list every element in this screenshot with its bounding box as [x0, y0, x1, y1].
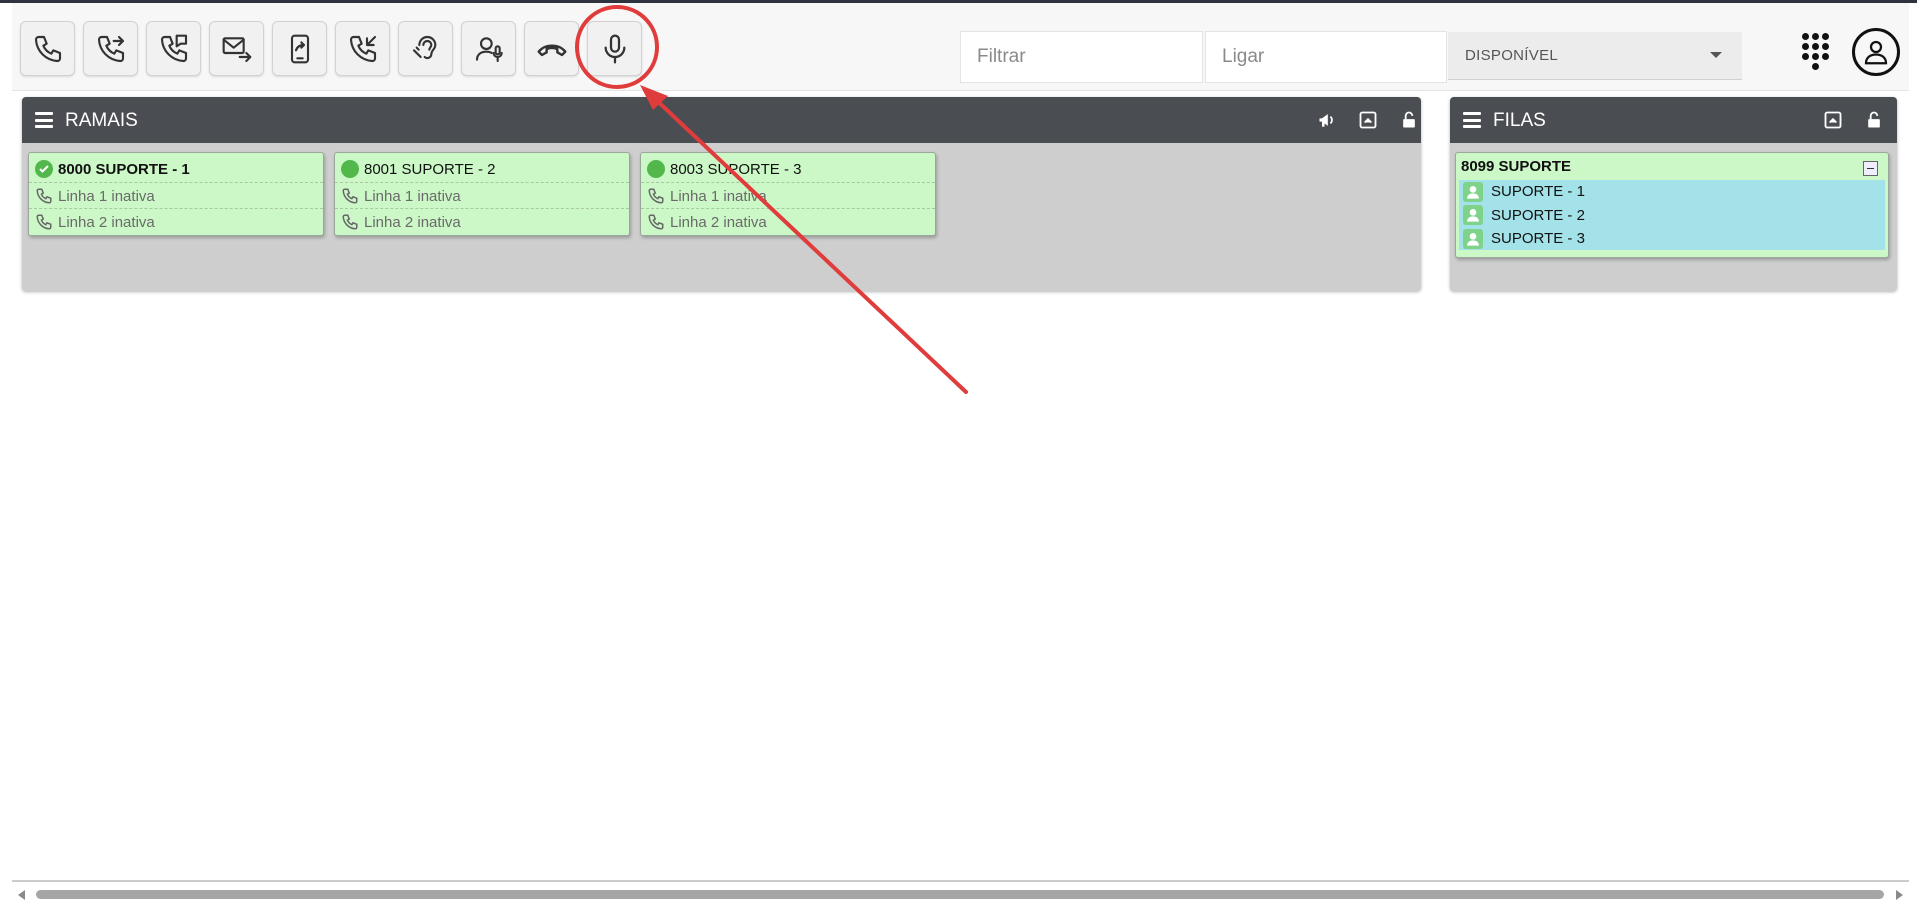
extension-card[interactable]: 8003 SUPORTE - 3 Linha 1 inativa Linha 2… — [640, 152, 936, 236]
chevron-down-icon — [1710, 52, 1722, 58]
line-status: Linha 2 inativa — [670, 213, 767, 231]
ramais-header: RAMAIS — [22, 97, 1421, 143]
dialpad-icon[interactable] — [1802, 33, 1832, 71]
ramais-title: RAMAIS — [65, 110, 138, 131]
queue-member[interactable]: SUPORTE - 3 — [1459, 227, 1885, 251]
extension-header: 8001 SUPORTE - 2 — [341, 159, 495, 179]
pickup-call-icon — [349, 35, 376, 62]
extension-title: 8003 SUPORTE - 3 — [670, 160, 802, 178]
expand-panel-icon[interactable] — [1822, 109, 1844, 131]
unlock-icon[interactable] — [1398, 109, 1420, 131]
collapse-icon[interactable] — [1863, 161, 1878, 176]
hangup-icon — [536, 43, 567, 56]
unlock-icon[interactable] — [1863, 109, 1885, 131]
conference-button[interactable] — [461, 21, 516, 76]
mobile-forward-button[interactable] — [272, 21, 327, 76]
extension-card[interactable]: 8001 SUPORTE - 2 Linha 1 inativa Linha 2… — [334, 152, 630, 236]
filas-header: FILAS — [1450, 97, 1897, 143]
line-status: Linha 2 inativa — [364, 213, 461, 231]
hangup-button[interactable] — [524, 21, 579, 76]
horizontal-scrollbar[interactable] — [12, 880, 1909, 900]
line-status: Linha 2 inativa — [58, 213, 155, 231]
listen-button[interactable] — [398, 21, 453, 76]
line-row: Linha 2 inativa — [641, 208, 935, 235]
line-row: Linha 1 inativa — [29, 182, 323, 209]
user-icon — [1463, 228, 1483, 249]
phone-icon — [342, 214, 358, 230]
ramais-panel: RAMAIS 8000 SUPORTE - 1 Linha 1 inativa … — [22, 97, 1421, 291]
line-status: Linha 1 inativa — [58, 187, 155, 205]
phone-icon — [342, 188, 358, 204]
announce-megaphone-icon[interactable] — [1316, 109, 1338, 131]
extension-header: 8000 SUPORTE - 1 — [35, 159, 190, 179]
line-status: Linha 1 inativa — [670, 187, 767, 205]
queue-title: 8099 SUPORTE — [1461, 158, 1572, 175]
status-dot-icon — [341, 160, 359, 178]
mobile-forward-icon — [290, 34, 309, 63]
phone-icon — [648, 214, 664, 230]
expand-panel-icon[interactable] — [1357, 109, 1379, 131]
line-status: Linha 1 inativa — [364, 187, 461, 205]
voicemail-forward-icon — [222, 36, 251, 62]
status-dot-icon — [647, 160, 665, 178]
scroll-right-arrow-icon[interactable] — [1896, 890, 1903, 900]
transfer-button[interactable] — [83, 21, 138, 76]
extension-title: 8001 SUPORTE - 2 — [364, 160, 496, 178]
pickup-button[interactable] — [335, 21, 390, 76]
line-row: Linha 1 inativa — [335, 182, 629, 209]
conference-user-icon — [475, 36, 503, 62]
phone-icon — [36, 188, 52, 204]
status-value: DISPONÍVEL — [1465, 47, 1559, 64]
listen-ear-icon — [412, 35, 436, 59]
member-name: SUPORTE - 2 — [1491, 206, 1585, 224]
extension-header: 8003 SUPORTE - 3 — [647, 159, 801, 179]
filas-title: FILAS — [1493, 110, 1546, 131]
queue-member[interactable]: SUPORTE - 2 — [1459, 204, 1885, 228]
menu-icon[interactable] — [1463, 112, 1481, 128]
user-icon — [1463, 181, 1483, 202]
status-select[interactable]: DISPONÍVEL — [1448, 32, 1742, 80]
attended-transfer-icon — [160, 34, 187, 62]
scroll-track — [12, 880, 1909, 882]
scroll-left-arrow-icon[interactable] — [18, 890, 25, 900]
call-button[interactable] — [20, 21, 75, 76]
call-icon — [34, 35, 61, 62]
phone-icon — [36, 214, 52, 230]
user-icon — [1463, 205, 1483, 226]
voicemail-forward-button[interactable] — [209, 21, 264, 76]
queue-member[interactable]: SUPORTE - 1 — [1459, 180, 1885, 204]
member-name: SUPORTE - 1 — [1491, 183, 1585, 201]
transfer-call-icon — [97, 35, 124, 62]
filas-panel: FILAS 8099 SUPORTE SUPORTE - 1 SUPORTE -… — [1450, 97, 1897, 291]
menu-icon[interactable] — [35, 112, 53, 128]
mute-microphone-button[interactable] — [587, 21, 642, 76]
scroll-thumb[interactable] — [36, 890, 1884, 899]
attended-transfer-button[interactable] — [146, 21, 201, 76]
user-avatar-icon[interactable] — [1852, 28, 1900, 76]
queue-card[interactable]: 8099 SUPORTE SUPORTE - 1 SUPORTE - 2 SUP… — [1455, 152, 1889, 258]
line-row: Linha 2 inativa — [29, 208, 323, 235]
check-status-icon — [35, 160, 53, 178]
dial-input[interactable] — [1205, 31, 1447, 83]
extension-card[interactable]: 8000 SUPORTE - 1 Linha 1 inativa Linha 2… — [28, 152, 324, 236]
queue-members: SUPORTE - 1 SUPORTE - 2 SUPORTE - 3 — [1459, 180, 1885, 250]
member-name: SUPORTE - 3 — [1491, 230, 1585, 248]
filter-input[interactable] — [960, 31, 1203, 83]
extension-title: 8000 SUPORTE - 1 — [58, 160, 190, 178]
microphone-icon — [604, 34, 625, 63]
line-row: Linha 2 inativa — [335, 208, 629, 235]
toolbar: DISPONÍVEL — [12, 3, 1909, 91]
line-row: Linha 1 inativa — [641, 182, 935, 209]
phone-icon — [648, 188, 664, 204]
